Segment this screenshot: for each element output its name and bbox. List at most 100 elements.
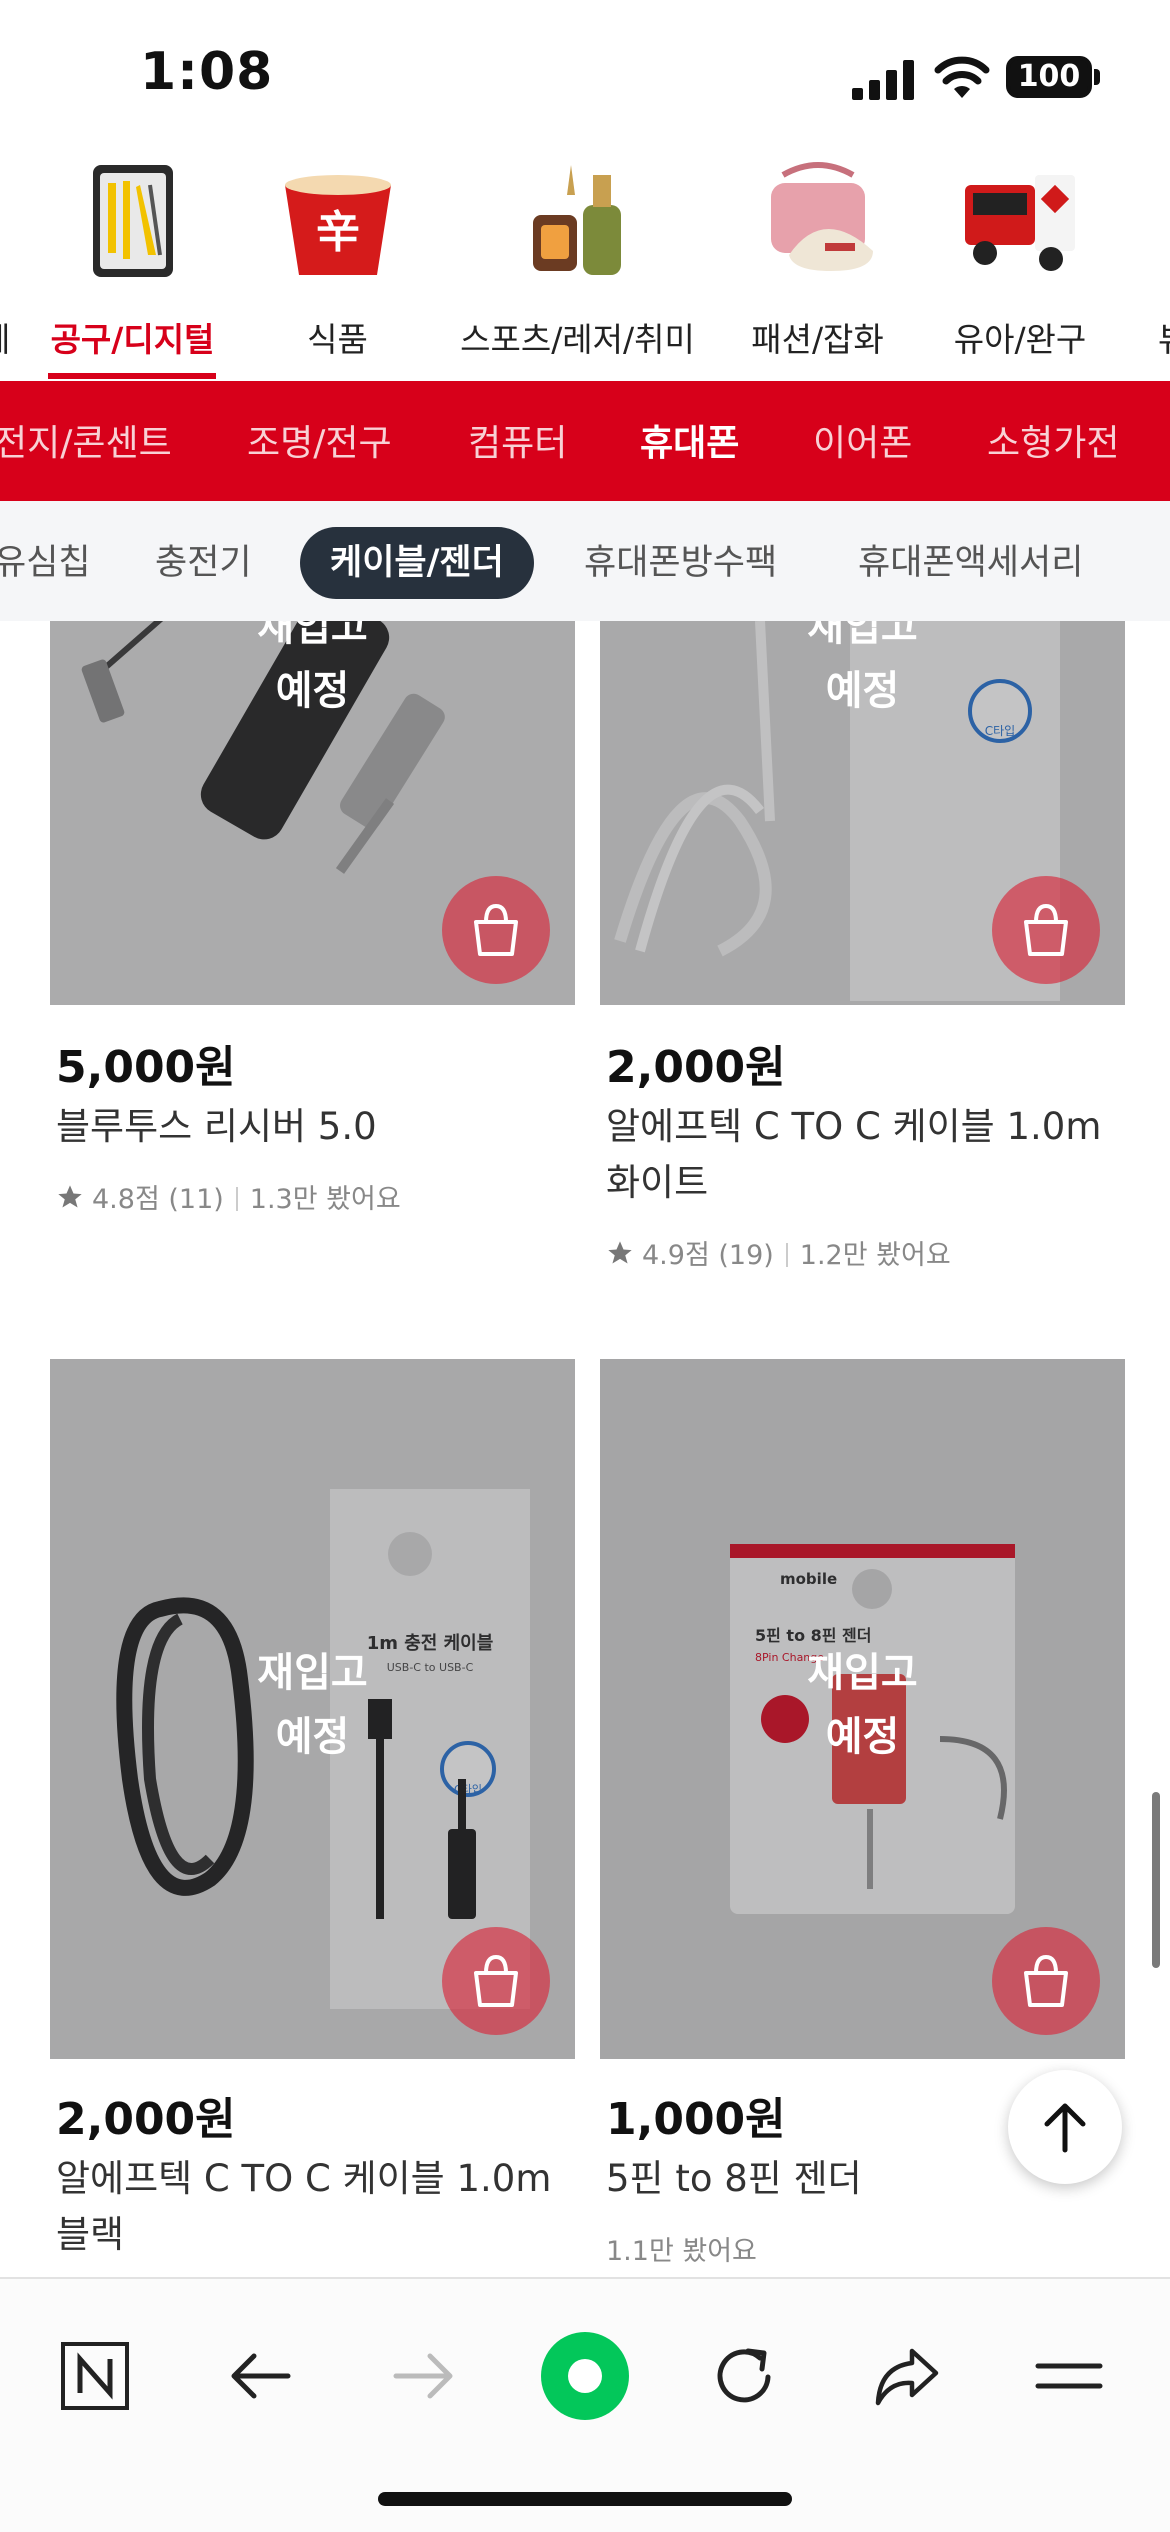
- toy-truck-image: [965, 175, 1075, 271]
- shopping-bag-icon: [1024, 1954, 1068, 2007]
- category-item-fashion-goods[interactable]: 패션/잡화: [735, 145, 900, 381]
- share-arrow-icon: [875, 2348, 939, 2406]
- ramen-cup-image: 辛: [284, 175, 391, 275]
- toolkit-image: [92, 165, 173, 277]
- home-indicator: [378, 2492, 792, 2506]
- product-meta: 4.8점 (11) 1.3만 봤어요: [56, 1177, 401, 1216]
- product-name[interactable]: 알에프텍 C TO C 케이블 1.0m 화이트: [606, 1099, 1126, 1211]
- restock-label: 재입고: [257, 621, 368, 650]
- green-dot-button[interactable]: [530, 2321, 640, 2431]
- product-thumbnail[interactable]: C타입 재입고 예정: [600, 621, 1125, 1005]
- scroll-to-top-button[interactable]: [1008, 2070, 1122, 2184]
- subcategory-battery-outlet[interactable]: 전지/콘센트: [0, 414, 172, 466]
- shopping-bag-icon: [474, 1954, 518, 2007]
- status-time: 1:08: [140, 42, 274, 102]
- naver-home-button[interactable]: [40, 2321, 150, 2431]
- svg-text:辛: 辛: [316, 207, 360, 258]
- back-button[interactable]: [206, 2321, 316, 2431]
- product-price: 1,000원: [606, 2094, 786, 2145]
- shopping-bag-icon: [1024, 903, 1068, 956]
- category-item-tools-digital[interactable]: 공구/디지털: [30, 145, 235, 381]
- bag-hat-image: [770, 162, 873, 271]
- category-label: 식품: [307, 320, 368, 359]
- subcategory-nav: 전지/콘센트 조명/전구 컴퓨터 휴대폰 이어폰 소형가전: [0, 381, 1170, 501]
- chip-cable-gender[interactable]: 케이블/젠더: [300, 527, 534, 599]
- product-rating: 4.9점 (19): [642, 1240, 774, 1271]
- add-to-cart-button[interactable]: [992, 1927, 1100, 2035]
- scroll-indicator[interactable]: [1152, 1792, 1160, 1968]
- wifi-icon: [934, 56, 990, 98]
- category-label: 스포츠/레저/취미: [460, 320, 695, 359]
- chip-charger[interactable]: 충전기: [155, 527, 252, 599]
- restock-label: 재입고: [807, 621, 918, 650]
- subcategory-earphone[interactable]: 이어폰: [813, 414, 912, 466]
- arrow-left-icon: [231, 2353, 291, 2399]
- forward-button[interactable]: [368, 2321, 478, 2431]
- product-thumbnail[interactable]: 재입고 예정: [50, 621, 575, 1005]
- restock-label: 재입고: [807, 1650, 918, 1696]
- subcategory-computer[interactable]: 컴퓨터: [468, 414, 567, 466]
- chip-nav: 유심칩 충전기 케이블/젠더 휴대폰방수팩 휴대폰액세서리: [0, 501, 1170, 621]
- product-name[interactable]: 블루투스 리시버 5.0: [56, 1099, 576, 1155]
- category-item-food[interactable]: 辛 식품: [260, 145, 415, 381]
- restock-label: 재입고: [257, 1650, 368, 1696]
- category-label: 패션/잡화: [751, 320, 884, 359]
- product-price: 2,000원: [606, 1042, 786, 1093]
- meta-divider: [785, 1243, 788, 1267]
- green-dot-icon: [541, 2332, 629, 2420]
- arrow-right-icon: [393, 2353, 453, 2399]
- battery-icon: 100: [1006, 56, 1092, 98]
- battery-tip: [1094, 69, 1100, 85]
- product-views: 1.3만 봤어요: [249, 1184, 401, 1215]
- add-to-cart-button[interactable]: [442, 1927, 550, 2035]
- naver-n-icon: [61, 2342, 129, 2410]
- product-thumbnail[interactable]: 1m 충전 케이블 USB-C to USB-C C타입 재입고 예정: [50, 1359, 575, 2059]
- chip-sim[interactable]: 유심칩: [0, 527, 91, 599]
- arrow-up-icon: [1044, 2103, 1086, 2153]
- share-button[interactable]: [852, 2321, 962, 2431]
- status-bar: 1:08 100: [0, 0, 1170, 145]
- category-label: 유아/완구: [953, 320, 1087, 359]
- product-grid: 재입고 예정 5,000원 블루투스 리시버 5.0 4.8점 (11) 1.3만…: [0, 621, 1170, 2277]
- meta-divider: [235, 1187, 238, 1211]
- subcategory-small-appliance[interactable]: 소형가전: [987, 414, 1119, 466]
- restock-label: 예정: [275, 668, 350, 714]
- chip-waterproof-pouch[interactable]: 휴대폰방수팩: [584, 527, 777, 599]
- product-meta: 4.9점 (19) 1.2만 봤어요: [606, 1233, 951, 1272]
- category-item-baby-toys[interactable]: 유아/완구: [930, 145, 1110, 381]
- product-price: 2,000원: [56, 2094, 236, 2145]
- shopping-bag-icon: [474, 903, 518, 956]
- category-item-sports-leisure-hobby[interactable]: 스포츠/레저/취미: [445, 145, 710, 381]
- restock-label: 예정: [825, 668, 900, 714]
- product-card[interactable]: C타입 재입고 예정 2,000원 알에프텍 C TO C 케이블 1.0m 화…: [600, 621, 1125, 1321]
- signal-icon: [852, 60, 914, 100]
- add-to-cart-button[interactable]: [992, 876, 1100, 984]
- camping-lantern-image: [532, 165, 621, 275]
- category-label: 뷰: [1158, 313, 1170, 361]
- active-category-underline: [48, 373, 216, 379]
- add-to-cart-button[interactable]: [442, 876, 550, 984]
- reload-icon: [717, 2348, 771, 2403]
- reload-button[interactable]: [690, 2321, 800, 2431]
- category-strip[interactable]: 베 공구/디지털 辛 식품 스포츠/레저/취미: [0, 145, 1170, 381]
- product-rating: 4.8점 (11): [92, 1184, 224, 1215]
- product-card[interactable]: 1m 충전 케이블 USB-C to USB-C C타입 재입고 예정 2,00…: [50, 1359, 575, 2277]
- star-icon: [58, 1185, 82, 1208]
- restock-label: 예정: [825, 1714, 900, 1760]
- subcategory-lighting[interactable]: 조명/전구: [247, 414, 392, 466]
- product-thumbnail[interactable]: mobile 5핀 to 8핀 젠더 8Pin Change 재입고 예정: [600, 1359, 1125, 2059]
- chip-phone-accessory[interactable]: 휴대폰액세서리: [858, 527, 1083, 599]
- product-views: 1.1만 봤어요: [606, 2236, 757, 2267]
- category-item-beauty-left[interactable]: 베: [0, 145, 20, 381]
- product-card[interactable]: 재입고 예정 5,000원 블루투스 리시버 5.0 4.8점 (11) 1.3만…: [50, 621, 575, 1321]
- category-label: 베: [0, 313, 20, 361]
- category-item-beauty-right[interactable]: 뷰: [1158, 145, 1170, 381]
- subcategory-mobile-phone[interactable]: 휴대폰: [640, 414, 739, 466]
- product-views: 1.2만 봤어요: [799, 1240, 951, 1271]
- product-name[interactable]: 알에프텍 C TO C 케이블 1.0m 블랙: [56, 2151, 576, 2263]
- product-price: 5,000원: [56, 1042, 236, 1093]
- menu-button[interactable]: [1014, 2321, 1124, 2431]
- category-label: 공구/디지털: [50, 320, 215, 359]
- restock-label: 예정: [275, 1714, 350, 1760]
- star-icon: [608, 1241, 632, 1264]
